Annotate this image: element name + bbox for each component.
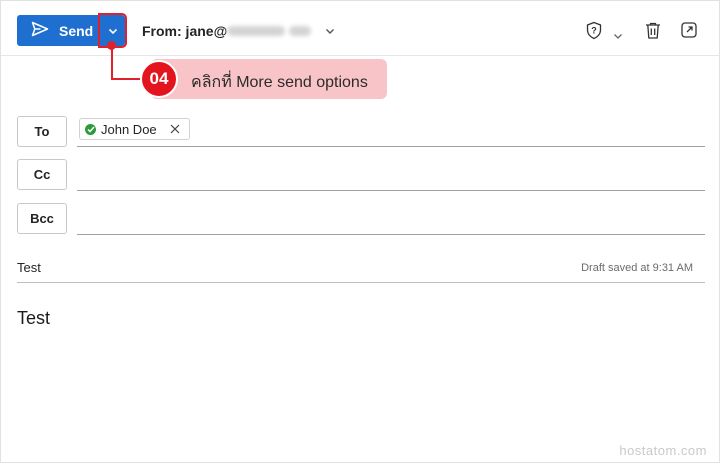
verified-check-icon [85, 123, 96, 135]
chevron-down-icon [108, 22, 118, 40]
cc-button[interactable]: Cc [17, 159, 67, 190]
from-label: From: jane@ [142, 23, 228, 39]
from-domain-blurred-2 [289, 26, 312, 36]
from-chevron-icon [325, 24, 335, 38]
draft-status: Draft saved at 9:31 AM [581, 262, 693, 274]
sensitivity-chevron-icon[interactable] [613, 27, 623, 45]
recipient-chip[interactable]: John Doe [79, 118, 190, 140]
cc-input-underline[interactable] [77, 190, 705, 191]
bcc-button[interactable]: Bcc [17, 203, 67, 234]
recipient-name: John Doe [101, 121, 157, 137]
from-domain-blurred [227, 26, 286, 36]
subject-underline [17, 282, 705, 283]
bcc-input-underline[interactable] [77, 234, 705, 235]
annotation-step-badge: 04 [140, 60, 178, 98]
annotation-connector-vertical [111, 45, 113, 80]
pop-out-icon[interactable] [680, 21, 698, 44]
subject-input[interactable]: Test [17, 260, 41, 275]
discard-trash-icon[interactable] [644, 21, 662, 45]
sensitivity-shield-icon[interactable]: ? [585, 21, 603, 45]
message-body[interactable]: Test [17, 308, 50, 329]
send-button[interactable]: Send [17, 15, 99, 46]
send-icon [31, 21, 59, 40]
svg-text:?: ? [591, 26, 597, 36]
annotation-anchor-dot [107, 41, 116, 50]
to-input-underline[interactable] [77, 146, 705, 147]
watermark: hostatom.com [619, 443, 707, 458]
annotation-text: คลิกที่ More send options [191, 74, 368, 91]
send-label: Send [59, 22, 94, 39]
compose-window: Send From: jane@ ? 04 คลิกที่ More send … [0, 0, 720, 463]
to-button[interactable]: To [17, 116, 67, 147]
from-selector[interactable]: From: jane@ [142, 23, 335, 39]
remove-recipient-close-icon[interactable] [170, 122, 180, 137]
